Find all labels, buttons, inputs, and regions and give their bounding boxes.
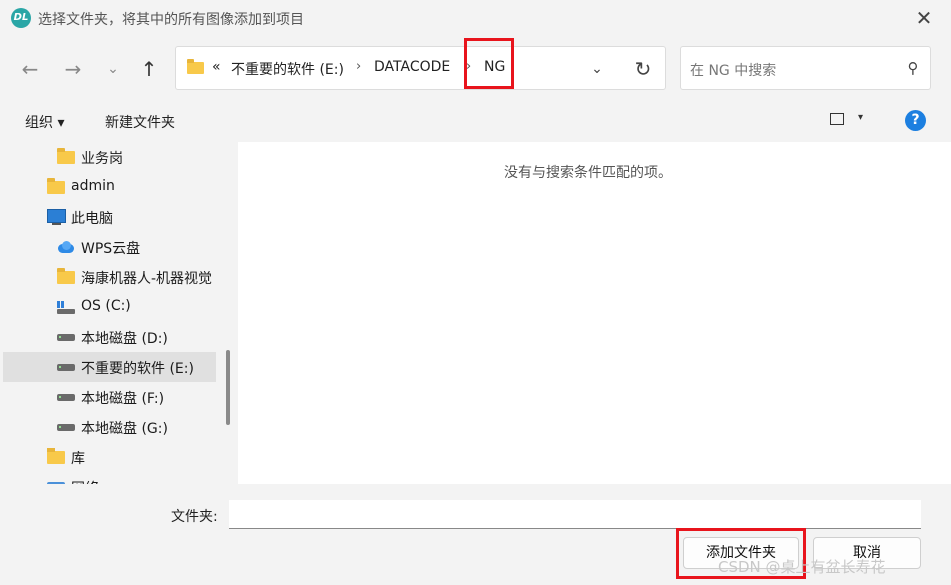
help-icon[interactable]: ?: [905, 110, 926, 131]
network-icon: [47, 482, 65, 484]
sidebar-item-drive-f[interactable]: 本地磁盘 (F:): [3, 382, 216, 412]
file-list-pane[interactable]: [238, 142, 951, 484]
sidebar-item-admin[interactable]: admin: [3, 172, 216, 202]
sidebar-item-label: 网络: [71, 478, 99, 484]
sidebar-item-libraries[interactable]: 库: [3, 442, 216, 472]
watermark: CSDN @桌上有盆长寿花: [718, 558, 886, 576]
computer-icon: [47, 209, 66, 225]
os-drive-icon: [57, 301, 75, 314]
drive-icon: [57, 364, 75, 371]
recent-locations-chevron-icon[interactable]: ⌄: [98, 54, 128, 84]
folder-icon: [187, 59, 204, 74]
breadcrumb-item-datacode[interactable]: DATACODE: [374, 59, 450, 75]
sidebar-item-label: WPS云盘: [81, 241, 141, 257]
view-options-chevron-icon[interactable]: ▾: [858, 112, 863, 123]
organize-menu-button[interactable]: 组织 ▾: [25, 112, 64, 132]
sidebar-item-network[interactable]: 网络: [3, 472, 216, 484]
sidebar-item-label: OS (C:): [81, 298, 131, 314]
view-mode-icon[interactable]: [830, 113, 844, 125]
folder-field-label: 文件夹:: [171, 509, 218, 525]
drive-icon: [57, 334, 75, 341]
folder-icon: [47, 178, 65, 194]
navigation-pane[interactable]: 业务岗 admin 此电脑 WPS云盘 海康机器人-机器视觉 OS (C:) 本…: [3, 142, 218, 484]
close-button[interactable]: ✕: [904, 2, 944, 34]
empty-state-message: 没有与搜索条件匹配的项。: [504, 165, 672, 181]
search-icon[interactable]: ⚲: [903, 58, 923, 78]
cloud-icon: [56, 241, 75, 253]
sidebar-scrollbar[interactable]: [226, 350, 230, 425]
sidebar-item-label: admin: [71, 178, 115, 194]
folder-input[interactable]: [229, 500, 921, 529]
sidebar-item-label: 本地磁盘 (F:): [81, 391, 165, 407]
back-arrow-icon[interactable]: ←: [15, 54, 45, 84]
forward-arrow-icon[interactable]: →: [58, 54, 88, 84]
sidebar-item-label: 本地磁盘 (D:): [81, 331, 168, 347]
folder-icon: [57, 148, 75, 164]
refresh-icon[interactable]: ↻: [628, 54, 658, 84]
highlight-box-ng: [464, 38, 514, 89]
sidebar-item-drive-g[interactable]: 本地磁盘 (G:): [3, 412, 216, 442]
app-logo-icon: DL: [11, 8, 31, 28]
sidebar-item-label: 业务岗: [81, 151, 123, 167]
sidebar-item-drive-d[interactable]: 本地磁盘 (D:): [3, 322, 216, 352]
sidebar-item-label: 不重要的软件 (E:): [81, 361, 194, 377]
sidebar-item-hikrobot[interactable]: 海康机器人-机器视觉: [3, 262, 216, 292]
sidebar-item-wps-cloud[interactable]: WPS云盘: [3, 232, 216, 262]
sidebar-item-label: 海康机器人-机器视觉: [81, 271, 213, 287]
up-arrow-icon[interactable]: ↑: [134, 54, 164, 84]
address-dropdown-chevron-icon[interactable]: ⌄: [585, 56, 609, 82]
sidebar-item-drive-c[interactable]: OS (C:): [3, 292, 216, 322]
new-folder-button[interactable]: 新建文件夹: [105, 112, 175, 132]
sidebar-item-label: 本地磁盘 (G:): [81, 421, 168, 437]
sidebar-item-label: 库: [71, 451, 85, 467]
breadcrumb-separator-icon[interactable]: ›: [356, 59, 361, 74]
drive-icon: [57, 424, 75, 431]
sidebar-item-drive-e[interactable]: 不重要的软件 (E:): [3, 352, 216, 382]
folder-icon: [57, 268, 75, 284]
sidebar-item-this-pc[interactable]: 此电脑: [3, 202, 216, 232]
breadcrumb-item-drive-e[interactable]: 不重要的软件 (E:): [231, 59, 344, 79]
sidebar-item-business[interactable]: 业务岗: [3, 142, 216, 172]
drive-icon: [57, 394, 75, 401]
library-icon: [47, 448, 65, 464]
breadcrumb-overflow[interactable]: «: [212, 59, 221, 75]
sidebar-item-label: 此电脑: [71, 211, 113, 227]
search-input[interactable]: 在 NG 中搜索: [690, 60, 890, 80]
dialog-title: 选择文件夹，将其中的所有图像添加到项目: [38, 12, 304, 28]
